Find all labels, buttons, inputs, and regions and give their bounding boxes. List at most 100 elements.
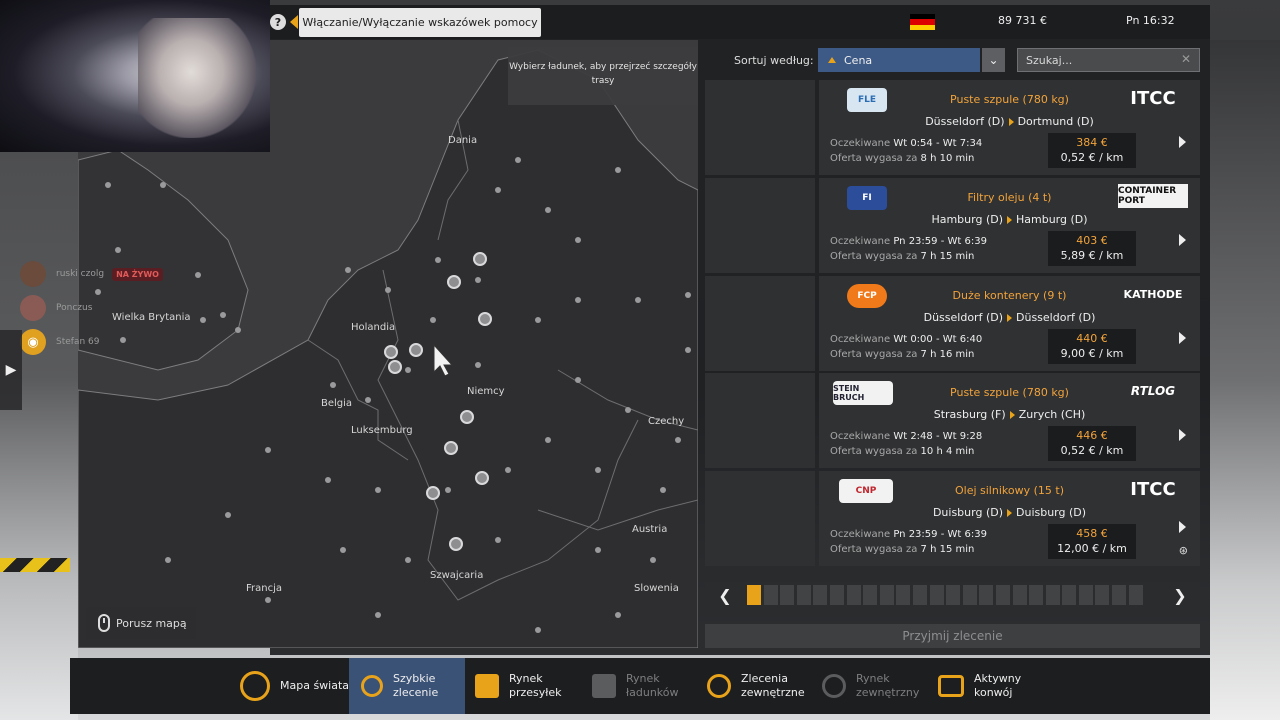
nav-label: Rynek: [856, 672, 890, 685]
map-label-austria: Austria: [632, 524, 668, 535]
expected-time: Oczekiwane Pn 23:59 - Wt 6:39: [830, 236, 987, 247]
nav-external-contracts[interactable]: Zlecenia zewnętrzne: [707, 658, 827, 714]
price: 458 €: [1076, 527, 1108, 540]
page-cell[interactable]: [780, 585, 795, 605]
nav-label: zewnętrzne: [741, 686, 805, 699]
job-card[interactable]: STEIN BRUCH Puste szpule (780 kg) RTLOG …: [705, 373, 1200, 468]
nav-label: zewnętrzny: [856, 686, 920, 699]
rate-per-km: 9,00 € / km: [1060, 347, 1124, 360]
page-cell[interactable]: [879, 585, 894, 605]
chevron-right-icon[interactable]: [1179, 521, 1186, 533]
map-label-dania: Dania: [448, 135, 478, 146]
page-cell[interactable]: [929, 585, 944, 605]
nav-world-map[interactable]: Mapa świata: [240, 658, 350, 714]
nav-cargo-market[interactable]: Rynek ładunków: [592, 658, 702, 714]
page-cell[interactable]: [747, 585, 761, 605]
nav-label: Rynek: [509, 672, 543, 685]
page-cell[interactable]: [1112, 585, 1127, 605]
nav-quick-job[interactable]: Szybkie zlecenie: [349, 658, 465, 714]
page-cell[interactable]: [796, 585, 811, 605]
chevron-right-icon[interactable]: [1179, 429, 1186, 441]
route-from: Strasburg (F): [933, 408, 1006, 421]
chevron-right-icon[interactable]: [1179, 234, 1186, 246]
page-cell[interactable]: [813, 585, 828, 605]
page-cell[interactable]: [863, 585, 878, 605]
job-card[interactable]: FLE Puste szpule (780 kg) ITCC Düsseldor…: [705, 80, 1200, 175]
page-cell[interactable]: [1128, 585, 1143, 605]
accept-job-button[interactable]: Przyjmij zlecenie: [705, 624, 1200, 648]
help-tooltip: Włączanie/Wyłączanie wskazówek pomocy: [299, 8, 541, 37]
route-to: Dortmund (D): [1017, 115, 1094, 128]
nav-label: Zlecenia: [741, 672, 788, 685]
money-display: 89 731 €: [998, 14, 1047, 27]
page-cell[interactable]: [1095, 585, 1110, 605]
discord-icon: ◉: [20, 329, 46, 355]
search-placeholder: Szukaj...: [1026, 53, 1073, 67]
background-garage-left: [0, 150, 78, 720]
page-cell[interactable]: [896, 585, 911, 605]
page-cell[interactable]: [1029, 585, 1044, 605]
company-logo: ITCC: [1130, 478, 1176, 500]
bottom-navigation: Mapa świata Szybkie zlecenie Rynek przesył…: [70, 658, 1210, 714]
page-cell[interactable]: [1012, 585, 1027, 605]
chevron-right-icon[interactable]: ❯: [1170, 585, 1190, 605]
clock-icon: [361, 675, 383, 697]
page-indicator[interactable]: [747, 585, 1145, 605]
external-globe-icon: [822, 674, 846, 698]
page-cell[interactable]: [1062, 585, 1077, 605]
route-arrow-icon: [1009, 411, 1015, 419]
nav-freight-market[interactable]: Rynek przesyłek: [475, 658, 585, 714]
move-map-hint: Porusz mapą: [86, 607, 196, 639]
map-label-czechy: Czechy: [648, 416, 685, 427]
nav-label: ładunków: [626, 686, 679, 699]
question-icon[interactable]: ?: [270, 14, 286, 30]
job-card[interactable]: CNP Olej silnikowy (15 t) ITCC Duisburg …: [705, 471, 1200, 566]
page-cell[interactable]: [946, 585, 961, 605]
map-label-szwajcaria: Szwajcaria: [430, 570, 484, 581]
nav-label: Rynek: [626, 672, 660, 685]
avatar: [20, 295, 46, 321]
map-label-luksemburg: Luksemburg: [351, 425, 413, 436]
page-cell[interactable]: [979, 585, 994, 605]
expected-time: Oczekiwane Wt 0:00 - Wt 6:40: [830, 334, 983, 345]
map-label-holandia: Holandia: [351, 322, 396, 333]
sort-selected-value: Cena: [844, 53, 873, 67]
price: 446 €: [1076, 429, 1108, 442]
page-cell[interactable]: [912, 585, 927, 605]
route-from: Düsseldorf (D): [925, 115, 1005, 128]
page-cell[interactable]: [995, 585, 1010, 605]
sort-select[interactable]: Cena: [818, 48, 980, 72]
chevron-left-icon[interactable]: ❮: [715, 585, 735, 605]
page-cell[interactable]: [1045, 585, 1060, 605]
price-box: 440 € 9,00 € / km: [1048, 329, 1136, 364]
map-label-slowenia: Slowenia: [634, 583, 679, 594]
page-cell[interactable]: [1078, 585, 1093, 605]
convoy-icon: [938, 675, 964, 697]
nav-active-convoy[interactable]: Aktywny konwój: [938, 658, 1058, 714]
search-input[interactable]: Szukaj... ✕: [1017, 48, 1200, 72]
chevron-right-icon[interactable]: [1179, 136, 1186, 148]
chevron-down-icon[interactable]: ⌄: [982, 48, 1005, 72]
job-card[interactable]: FCP Duże kontenery (9 t) KATHODE Düsseld…: [705, 276, 1200, 371]
close-icon[interactable]: ✕: [1181, 52, 1191, 66]
company-logo: KATHODE: [1123, 287, 1183, 301]
company-logo: RTLOG: [1130, 384, 1176, 398]
webcam-overlay: [0, 0, 270, 152]
page-cell[interactable]: [962, 585, 977, 605]
job-card[interactable]: FI Filtry oleju (4 t) CONTAINER PORT Ham…: [705, 178, 1200, 273]
page-cell[interactable]: [829, 585, 844, 605]
webcam-person: [138, 18, 256, 138]
sort-label: Sortuj według:: [734, 54, 814, 67]
page-cell[interactable]: [763, 585, 778, 605]
chat-username: Stefan 69: [56, 337, 100, 347]
nav-label: Szybkie: [393, 672, 436, 685]
network-globe-icon: [707, 674, 731, 698]
chevron-right-icon[interactable]: [1179, 332, 1186, 344]
background-garage-right: [1210, 40, 1280, 720]
side-panel-arrow-icon[interactable]: ▶: [0, 330, 22, 410]
map-label-belgia: Belgia: [321, 398, 353, 409]
page-cell[interactable]: [846, 585, 861, 605]
rate-per-km: 5,89 € / km: [1060, 249, 1124, 262]
route-arrow-icon: [1007, 216, 1012, 224]
nav-external-market[interactable]: Rynek zewnętrzny: [822, 658, 942, 714]
